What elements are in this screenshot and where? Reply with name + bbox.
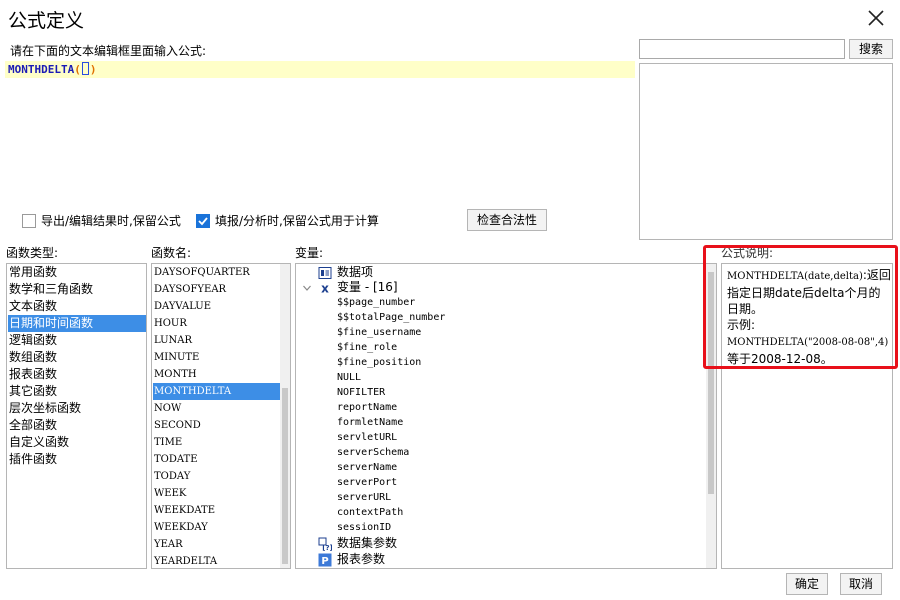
ok-button[interactable]: 确定 [786, 573, 828, 595]
category-item[interactable]: 逻辑函数 [8, 332, 146, 349]
text-caret [81, 62, 89, 75]
tree-node-variables[interactable]: x 变量 - [16] [300, 280, 700, 296]
variable-item[interactable]: $$page_number [337, 295, 415, 310]
function-item[interactable]: SECOND [153, 417, 280, 434]
function-label: 函数名: [151, 246, 192, 260]
cancel-button[interactable]: 取消 [840, 573, 882, 595]
variable-item[interactable]: NOFILTER [337, 385, 385, 400]
variable-label: 变量: [295, 246, 324, 260]
fill-keep-formula-label: 填报/分析时,保留公式用于计算 [215, 214, 379, 228]
close-paren: ) [89, 63, 97, 76]
category-item[interactable]: 其它函数 [8, 383, 146, 400]
variable-icon: x [318, 281, 332, 296]
variable-item[interactable]: serverName [337, 460, 397, 475]
category-item[interactable]: 层次坐标函数 [8, 400, 146, 417]
function-item[interactable]: YEARDELTA [153, 553, 280, 568]
category-item-selected[interactable]: 日期和时间函数 [8, 315, 146, 332]
variable-item[interactable]: servletURL [337, 430, 397, 445]
function-scrollbar[interactable] [280, 264, 290, 568]
category-item[interactable]: 数组函数 [8, 349, 146, 366]
variable-item[interactable]: contextPath [337, 505, 403, 520]
validate-button[interactable]: 检查合法性 [467, 209, 547, 231]
function-item-selected[interactable]: MONTHDELTA [153, 383, 280, 400]
variable-item[interactable]: sessionID [337, 520, 391, 535]
function-item[interactable]: DAYSOFYEAR [153, 281, 280, 298]
category-label: 函数类型: [6, 246, 59, 260]
window-title: 公式定义 [8, 10, 85, 32]
function-item[interactable]: NOW [153, 400, 280, 417]
svg-text:P: P [321, 556, 328, 567]
function-item[interactable]: WEEKDATE [153, 502, 280, 519]
open-paren: ( [74, 63, 81, 76]
category-item[interactable]: 数学和三角函数 [8, 281, 146, 298]
tree-node-report-params[interactable]: P 报表参数 [300, 552, 700, 567]
function-item[interactable]: YEAR [153, 536, 280, 553]
formula-code: MONTHDELTA() [8, 62, 96, 76]
title-bar: 公式定义 [0, 0, 900, 36]
category-item[interactable]: 常用函数 [8, 264, 146, 281]
search-button[interactable]: 搜索 [849, 39, 893, 59]
variable-item[interactable]: reportName [337, 400, 397, 415]
search-result-panel [639, 63, 893, 240]
export-keep-formula-label: 导出/编辑结果时,保留公式 [41, 214, 181, 228]
category-item[interactable]: 全部函数 [8, 417, 146, 434]
category-list[interactable]: 常用函数 数学和三角函数 文本函数 日期和时间函数 逻辑函数 数组函数 报表函数… [6, 263, 147, 569]
function-item[interactable]: DAYVALUE [153, 298, 280, 315]
search-input[interactable] [639, 39, 845, 59]
function-item[interactable]: LUNAR [153, 332, 280, 349]
function-item[interactable]: DAYSOFQUARTER [153, 264, 280, 281]
function-item[interactable]: WEEK [153, 485, 280, 502]
svg-text:x: x [321, 282, 329, 296]
variable-item[interactable]: serverURL [337, 490, 391, 505]
variable-item[interactable]: serverPort [337, 475, 397, 490]
variable-tree[interactable]: 数据项 x 变量 - [16] $$page_number $$totalPag… [295, 263, 717, 569]
svg-text:[?]: [?] [322, 544, 332, 551]
current-line-highlight: MONTHDELTA() [5, 61, 635, 78]
function-item[interactable]: TIME [153, 434, 280, 451]
variable-item[interactable]: $$totalPage_number [337, 310, 445, 325]
function-item[interactable]: TODAY [153, 468, 280, 485]
checkmark-icon [198, 217, 208, 226]
function-item[interactable]: MINUTE [153, 349, 280, 366]
function-item[interactable]: HOUR [153, 315, 280, 332]
tree-label-data-items: 数据项 [337, 265, 374, 279]
variable-item[interactable]: $fine_position [337, 355, 421, 370]
function-scroll-thumb[interactable] [282, 388, 288, 564]
function-item[interactable]: WEEKDAY [153, 519, 280, 536]
variable-item[interactable]: $fine_username [337, 325, 421, 340]
tree-node-data-items[interactable]: 数据项 [300, 265, 700, 280]
category-item[interactable]: 自定义函数 [8, 434, 146, 451]
close-button[interactable] [862, 4, 890, 32]
formula-editor[interactable]: MONTHDELTA() [5, 59, 635, 201]
variable-item[interactable]: serverSchema [337, 445, 409, 460]
function-list[interactable]: DAYSOFQUARTER DAYSOFYEAR DAYVALUE HOUR L… [151, 263, 291, 569]
category-item[interactable]: 插件函数 [8, 451, 146, 468]
category-item[interactable]: 文本函数 [8, 298, 146, 315]
category-item[interactable]: 报表函数 [8, 366, 146, 383]
variable-item[interactable]: $fine_role [337, 340, 397, 355]
chevron-down-icon[interactable] [300, 281, 314, 295]
report-param-icon: P [318, 553, 332, 567]
formula-function-name: MONTHDELTA [8, 63, 75, 76]
close-icon [868, 10, 884, 26]
function-item[interactable]: TODATE [153, 451, 280, 468]
fill-keep-formula-checkbox[interactable] [196, 214, 210, 228]
variable-item[interactable]: formletName [337, 415, 403, 430]
editor-prompt: 请在下面的文本编辑框里面输入公式: [10, 44, 207, 58]
function-item[interactable]: MONTH [153, 366, 280, 383]
variable-item[interactable]: NULL [337, 370, 361, 385]
data-item-icon [318, 266, 332, 280]
tree-node-dataset-params[interactable]: [?] 数据集参数 [300, 536, 700, 552]
tree-label-report-params: 报表参数 [337, 552, 386, 566]
tree-label-dataset-params: 数据集参数 [337, 536, 398, 550]
tree-label-variables: 变量 - [16] [337, 280, 398, 294]
export-keep-formula-checkbox[interactable] [22, 214, 36, 228]
dataset-param-icon: [?] [318, 537, 333, 552]
highlight-annotation-box [703, 245, 898, 369]
